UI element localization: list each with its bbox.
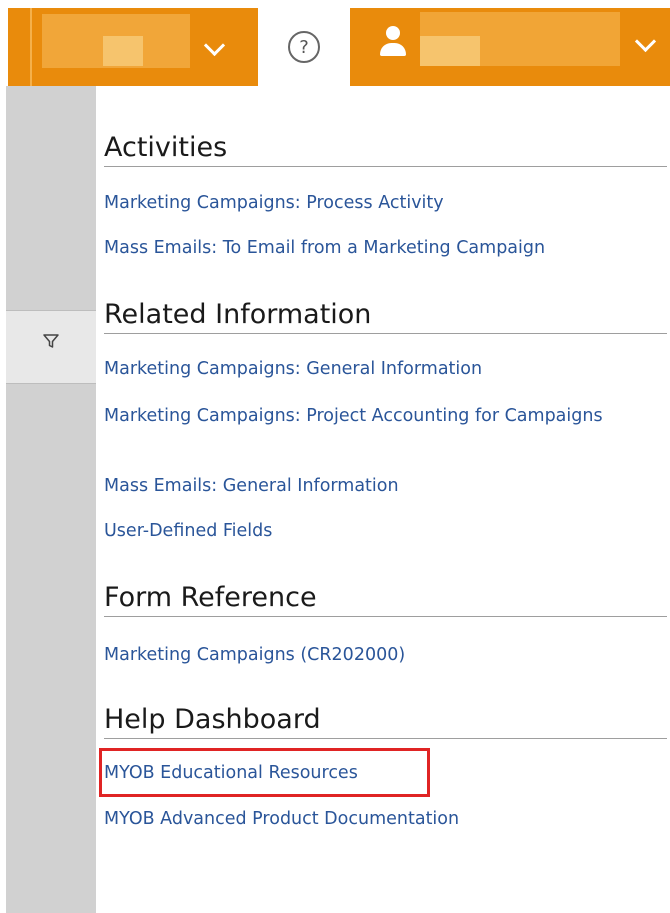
highlight-box bbox=[99, 748, 430, 797]
sidebar bbox=[6, 86, 96, 913]
link-form-cr202000[interactable]: Marketing Campaigns (CR202000) bbox=[104, 644, 405, 667]
top-bar: ? bbox=[0, 0, 670, 86]
link-mass-emails-general-info[interactable]: Mass Emails: General Information bbox=[104, 475, 399, 498]
filter-icon[interactable] bbox=[42, 332, 60, 350]
link-myob-product-documentation[interactable]: MYOB Advanced Product Documentation bbox=[104, 808, 459, 831]
redacted-block bbox=[103, 36, 143, 66]
filter-button[interactable] bbox=[6, 310, 96, 384]
help-button[interactable]: ? bbox=[258, 8, 350, 86]
chevron-down-icon[interactable] bbox=[203, 34, 226, 57]
link-campaigns-general-info[interactable]: Marketing Campaigns: General Information bbox=[104, 358, 482, 381]
link-process-activity[interactable]: Marketing Campaigns: Process Activity bbox=[104, 192, 444, 215]
redacted-block bbox=[420, 36, 480, 66]
link-campaigns-project-accounting[interactable]: Marketing Campaigns: Project Accounting … bbox=[104, 405, 624, 428]
question-circle-icon[interactable]: ? bbox=[288, 31, 320, 63]
user-icon bbox=[378, 26, 408, 60]
user-icon-head bbox=[386, 26, 400, 40]
section-title-form-reference: Form Reference bbox=[104, 580, 667, 617]
user-icon-body bbox=[380, 43, 406, 56]
link-mass-email-from-campaign[interactable]: Mass Emails: To Email from a Marketing C… bbox=[104, 237, 545, 260]
section-title-related-information: Related Information bbox=[104, 297, 667, 334]
section-title-help-dashboard: Help Dashboard bbox=[104, 702, 667, 739]
company-selector[interactable] bbox=[8, 8, 258, 86]
divider bbox=[30, 8, 32, 86]
section-title-activities: Activities bbox=[104, 130, 667, 167]
chevron-down-icon[interactable] bbox=[634, 30, 657, 53]
link-user-defined-fields[interactable]: User-Defined Fields bbox=[104, 520, 272, 543]
user-menu[interactable] bbox=[350, 8, 670, 86]
